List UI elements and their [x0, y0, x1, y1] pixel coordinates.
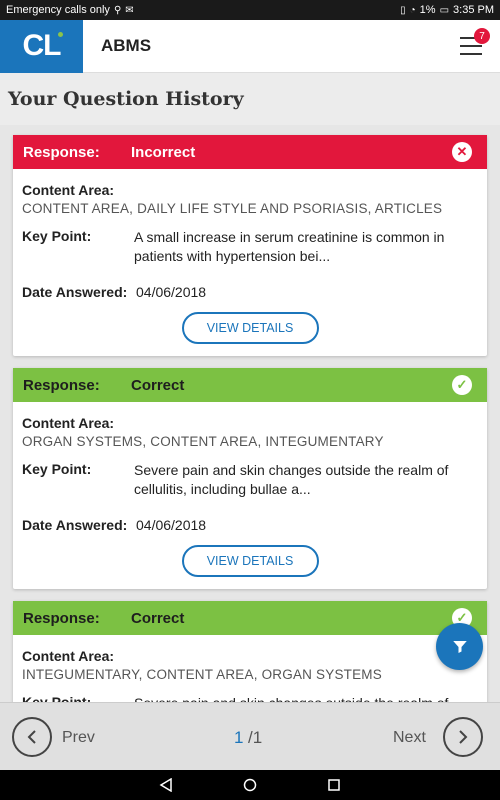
battery-percent: 1%	[419, 4, 436, 16]
status-text: Emergency calls only	[6, 4, 110, 16]
filter-button[interactable]	[436, 623, 483, 670]
prev-label[interactable]: Prev	[62, 729, 95, 747]
content-area-value: INTEGUMENTARY, CONTENT AREA, ORGAN SYSTE…	[22, 667, 382, 682]
back-icon[interactable]	[159, 778, 173, 792]
next-label[interactable]: Next	[393, 729, 426, 747]
date-answered-value: 04/06/2018	[136, 517, 207, 533]
card-response-header: Response: Incorrect ✕	[13, 135, 487, 169]
card-response-header: Response: Correct ✓	[13, 368, 487, 402]
home-icon[interactable]	[243, 778, 257, 792]
recents-icon[interactable]	[327, 778, 341, 792]
check-icon: ✓	[452, 375, 472, 395]
page-title: Your Question History	[0, 73, 500, 125]
mail-icon: ✉	[125, 4, 134, 16]
app-logo[interactable]: CL	[0, 19, 83, 73]
content-area-label: Content Area:	[22, 415, 115, 431]
date-answered-label: Date Answered:	[22, 517, 128, 533]
question-card: Response: Incorrect ✕ Content Area: CONT…	[13, 135, 487, 356]
vibrate-icon: ▯	[400, 4, 406, 16]
logo-dot-icon	[58, 31, 63, 37]
total-pages: /1	[248, 728, 263, 747]
notification-badge[interactable]: 7	[474, 28, 490, 44]
next-page-button[interactable]	[443, 717, 483, 757]
content-area-value: ORGAN SYSTEMS, CONTENT AREA, INTEGUMENTA…	[22, 434, 384, 449]
key-point-label: Key Point:	[22, 228, 92, 244]
chevron-left-icon	[27, 730, 36, 744]
usb-icon: ⚲	[113, 4, 122, 16]
incorrect-x-icon: ✕	[452, 142, 472, 162]
prev-page-button[interactable]	[12, 717, 52, 757]
battery-icon: ▭	[439, 4, 450, 16]
app-bar: CL ABMS 7	[0, 19, 500, 73]
question-card: Response: Correct ✓ Content Area: INTEGU…	[13, 601, 487, 702]
system-nav-bar	[0, 770, 500, 800]
view-details-button[interactable]: VIEW DETAILS	[181, 545, 319, 577]
chevron-right-icon	[459, 730, 468, 744]
date-answered-label: Date Answered:	[22, 284, 128, 300]
key-point-value: Severe pain and skin changes outside the…	[134, 694, 448, 702]
question-history-list[interactable]: Response: Incorrect ✕ Content Area: CONT…	[0, 125, 500, 702]
logo-text: CL	[22, 29, 62, 62]
key-point-label: Key Point:	[22, 694, 92, 702]
response-label: Response:	[23, 376, 100, 394]
content-area-value: CONTENT AREA, DAILY LIFE STYLE AND PSORI…	[22, 201, 443, 216]
card-response-header: Response: Correct ✓	[13, 601, 487, 635]
response-status: Correct	[131, 376, 185, 394]
status-bar: Emergency calls only ⚲ ✉ ▯ ◔ 1% ▭ 3:35 P…	[0, 0, 500, 20]
filter-icon	[452, 640, 467, 653]
content-area-label: Content Area:	[22, 648, 115, 664]
question-card: Response: Correct ✓ Content Area: ORGAN …	[13, 368, 487, 589]
pagination-bar: Prev 1 /1 Next	[0, 702, 500, 770]
response-label: Response:	[23, 143, 100, 161]
response-status: Incorrect	[131, 143, 196, 161]
view-details-button[interactable]: VIEW DETAILS	[181, 312, 319, 344]
date-answered-value: 04/06/2018	[136, 284, 207, 300]
clock: 3:35 PM	[453, 4, 494, 16]
current-page-number: 1	[234, 728, 244, 747]
response-label: Response:	[23, 609, 100, 627]
wifi-icon: ◔	[409, 4, 416, 16]
response-status: Correct	[131, 609, 185, 627]
key-point-value: Severe pain and skin changes outside the…	[134, 462, 449, 497]
app-title: ABMS	[101, 36, 152, 55]
key-point-value: A small increase in serum creatinine is …	[134, 229, 445, 264]
content-area-label: Content Area:	[22, 182, 115, 198]
key-point-label: Key Point:	[22, 461, 92, 477]
